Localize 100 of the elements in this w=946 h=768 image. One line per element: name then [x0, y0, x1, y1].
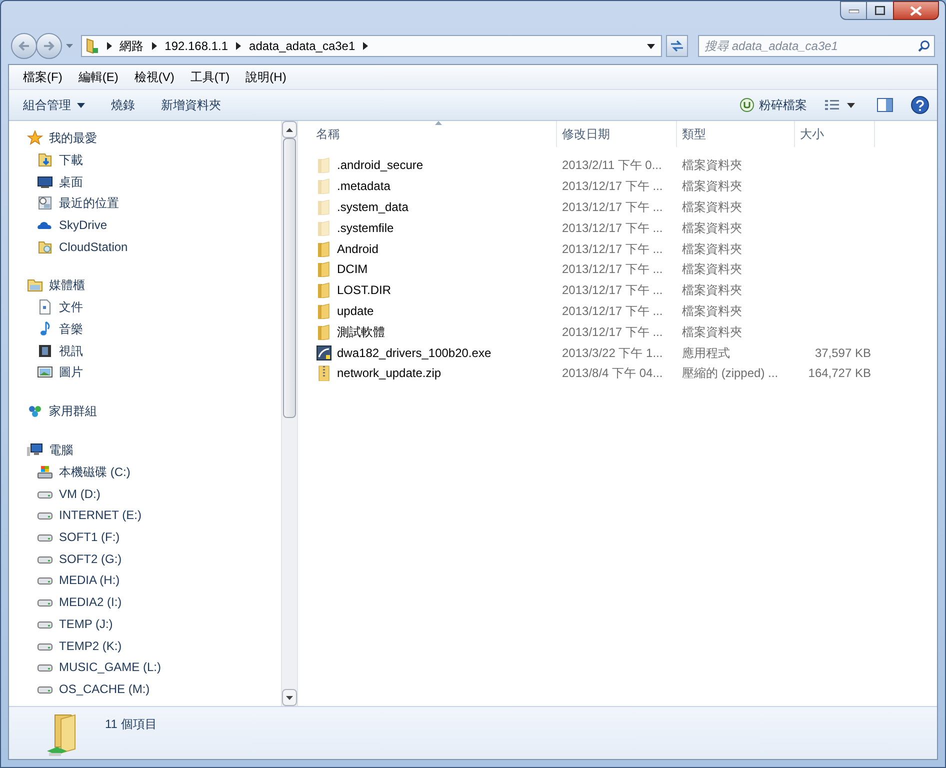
menu-item[interactable]: 檢視(V): [128, 68, 180, 86]
file-row[interactable]: 測試軟體 2013/12/17 下午 ... 檔案資料夾: [298, 321, 937, 342]
file-row[interactable]: DCIM 2013/12/17 下午 ... 檔案資料夾: [298, 258, 937, 280]
scroll-down-arrow-icon[interactable]: [286, 696, 293, 700]
navigation-item[interactable]: 最近的位置: [27, 192, 119, 214]
file-row[interactable]: .system_data 2013/12/17 下午 ... 檔案資料夾: [298, 196, 937, 218]
minimize-button[interactable]: [840, 1, 867, 20]
navigation-item[interactable]: OS_CACHE (M:): [27, 678, 150, 700]
modified-date: 2013/12/17 下午 ...: [561, 198, 664, 216]
shredder-icon: [740, 98, 754, 112]
file-type: 檔案資料夾: [681, 261, 743, 278]
file-row[interactable]: update 2013/12/17 下午 ... 檔案資料夾: [298, 300, 937, 322]
forward-button[interactable]: [36, 33, 62, 59]
file-type: 檔案資料夾: [681, 324, 743, 341]
homegroup-icon: [27, 403, 43, 420]
navigation-item[interactable]: 桌面: [27, 170, 83, 192]
menu-item[interactable]: 檔案(F): [17, 68, 68, 86]
computer-icon: [27, 442, 43, 458]
caret-icon: [847, 102, 855, 108]
file-type: 檔案資料夾: [681, 157, 743, 174]
navigation-group[interactable]: 媒體櫃: [27, 274, 85, 296]
search-icon[interactable]: [918, 40, 930, 52]
navigation-item[interactable]: SOFT2 (G:): [27, 548, 122, 570]
navigation-item[interactable]: TEMP (J:): [27, 613, 113, 635]
preview-pane-button[interactable]: [875, 95, 895, 115]
file-type: 檔案資料夾: [681, 178, 743, 196]
modified-date: 2013/12/17 下午 ...: [561, 178, 664, 196]
file-name: update: [337, 302, 374, 320]
navigation-item[interactable]: 圖片: [27, 362, 83, 384]
file-size: 37,597 KB: [814, 344, 872, 362]
close-button[interactable]: [893, 1, 939, 20]
file-size: 164,727 KB: [807, 365, 872, 382]
breadcrumb-chevron-icon[interactable]: [106, 42, 112, 50]
back-button[interactable]: [11, 33, 37, 59]
menu-item[interactable]: 說明(H): [240, 68, 292, 86]
navigation-item[interactable]: CloudStation: [27, 236, 128, 258]
navigation-item[interactable]: VM (D:): [27, 482, 100, 505]
breadcrumb-item[interactable]: adata_adata_ca3e1: [249, 37, 356, 55]
navigation-item[interactable]: INTERNET (E:): [27, 504, 142, 526]
menu-item[interactable]: 工具(T): [184, 68, 236, 86]
column-header[interactable]: 修改日期: [557, 121, 677, 147]
toolbar-button[interactable]: 燒錄: [105, 94, 141, 116]
navigation-item[interactable]: SOFT1 (F:): [27, 526, 120, 548]
navigation-item[interactable]: MEDIA (H:): [27, 570, 120, 592]
navigation-item[interactable]: MEDIA2 (I:): [27, 591, 122, 613]
file-row[interactable]: .systemfile 2013/12/17 下午 ... 檔案資料夾: [298, 217, 937, 238]
breadcrumb-item[interactable]: 網路: [120, 37, 144, 55]
navigation-item[interactable]: 音樂: [27, 318, 83, 340]
navigation-item[interactable]: TEMP2 (K:): [27, 634, 122, 656]
breadcrumb-chevron-icon[interactable]: [363, 42, 368, 50]
file-type: 檔案資料夾: [681, 302, 743, 320]
dropdown-caret-icon[interactable]: [646, 44, 655, 48]
file-name: dwa182_drivers_100b20.exe: [337, 344, 492, 362]
navigation-group[interactable]: 電腦: [27, 439, 73, 462]
system-drive-icon: [37, 464, 53, 480]
star-icon: [27, 130, 43, 146]
list-view-icon: [825, 99, 839, 111]
modified-date: 2013/12/17 下午 ...: [561, 302, 664, 320]
recent-pages-caret-icon[interactable]: [66, 44, 73, 48]
download-icon: [37, 152, 53, 168]
navigation-item[interactable]: MUSIC_GAME (L:): [27, 656, 162, 678]
toolbar-button[interactable]: 新增資料夾: [155, 94, 227, 116]
column-header[interactable]: 大小: [795, 121, 875, 147]
file-name: .metadata: [337, 178, 390, 196]
breadcrumb-item[interactable]: 192.168.1.1: [164, 37, 228, 55]
scroll-up-arrow-icon[interactable]: [286, 128, 293, 132]
modified-date: 2013/2/11 下午 0...: [561, 157, 663, 174]
breadcrumb-chevron-icon[interactable]: [152, 42, 157, 50]
toolbar-button[interactable]: 組合管理: [17, 94, 91, 116]
help-icon: [916, 100, 924, 110]
file-type: 檔案資料夾: [681, 220, 743, 237]
navigation-item[interactable]: 視訊: [27, 340, 83, 362]
file-name: .systemfile: [337, 220, 394, 237]
navigation-group[interactable]: 家用群組: [27, 400, 97, 422]
file-row[interactable]: .android_secure 2013/2/11 下午 0... 檔案資料夾: [298, 155, 937, 176]
address-bar[interactable]: 網路 192.168.1.1 adata_adata_ca3e1: [80, 35, 662, 57]
file-name: network_update.zip: [337, 365, 442, 382]
scrollbar[interactable]: [281, 121, 298, 706]
help-button[interactable]: [911, 96, 929, 114]
breadcrumb-chevron-icon[interactable]: [236, 42, 242, 50]
back-arrow-icon: [18, 41, 30, 51]
menu-item[interactable]: 編輯(E): [72, 68, 124, 86]
navigation-item[interactable]: 文件: [27, 296, 83, 318]
file-name: 測試軟體: [337, 324, 385, 341]
file-row[interactable]: network_update.zip 2013/8/4 下午 04... 壓縮的 (zipped) ... 164,727 KB: [298, 362, 937, 384]
modified-date: 2013/12/17 下午 ...: [561, 220, 664, 237]
file-type: 檔案資料夾: [681, 282, 743, 300]
file-row[interactable]: dwa182_drivers_100b20.exe 2013/3/22 下午 1... 應用程式 37,597 KB: [298, 342, 937, 363]
navigation-item[interactable]: SkyDrive: [27, 214, 108, 236]
toolbar-button[interactable]: 粉碎檔案: [738, 94, 809, 116]
file-row[interactable]: Android 2013/12/17 下午 ... 檔案資料夾: [298, 238, 937, 259]
navigation-item[interactable]: 下載: [27, 149, 83, 171]
column-header[interactable]: 類型: [677, 121, 795, 147]
file-row[interactable]: .metadata 2013/12/17 下午 ... 檔案資料夾: [298, 176, 937, 197]
navigation-item[interactable]: 本機磁碟 (C:): [27, 461, 130, 483]
file-type: 檔案資料夾: [681, 240, 743, 258]
navigation-group[interactable]: 我的最愛: [27, 127, 97, 149]
refresh-button[interactable]: [666, 35, 688, 57]
maximize-button[interactable]: [867, 1, 893, 20]
file-row[interactable]: LOST.DIR 2013/12/17 下午 ... 檔案資料夾: [298, 280, 937, 301]
